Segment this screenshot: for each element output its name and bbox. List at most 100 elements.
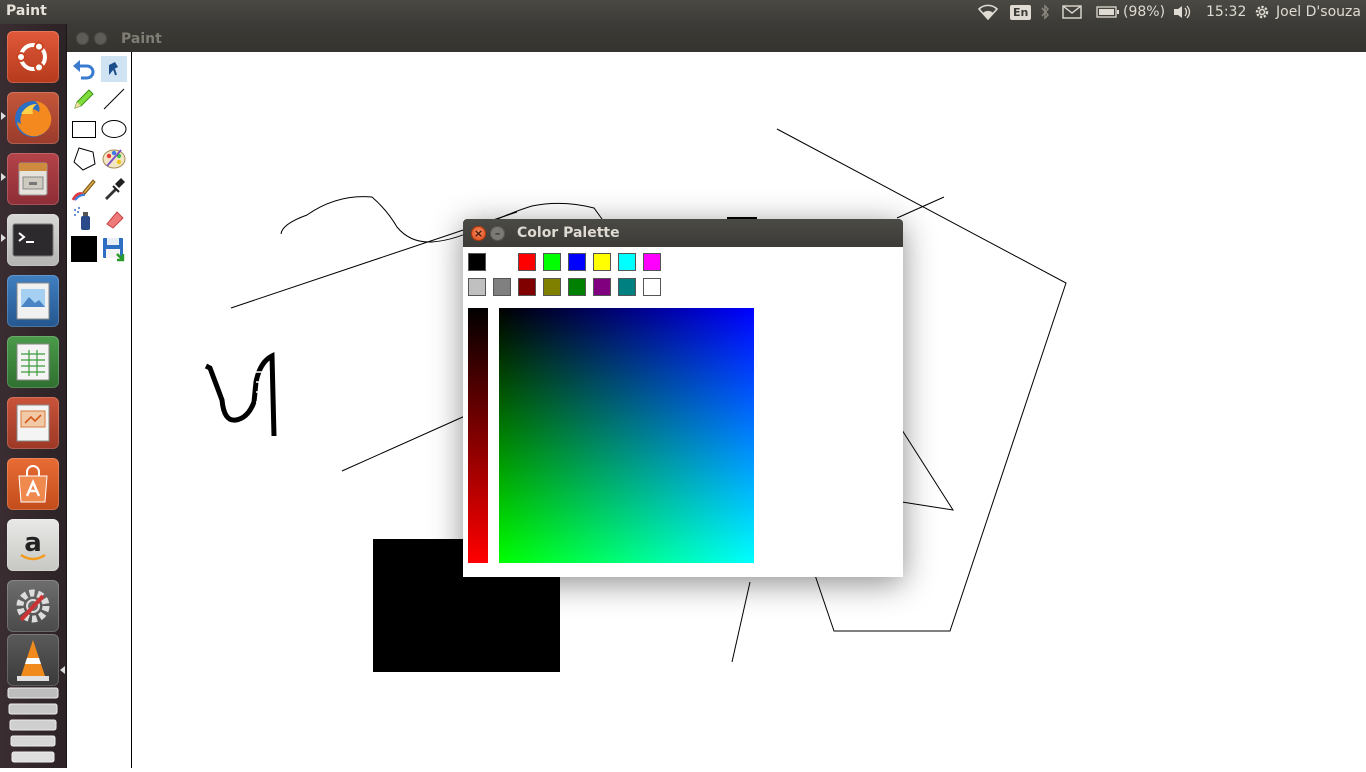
launcher-firefox[interactable] [7, 92, 59, 144]
file-cabinet-icon [18, 162, 48, 196]
launcher-amazon[interactable]: a [7, 519, 59, 571]
paint-window-titlebar[interactable] [67, 24, 1366, 52]
paint-palette-icon [102, 149, 126, 169]
launcher-vlc[interactable] [7, 634, 59, 686]
mail-icon[interactable] [1062, 0, 1082, 24]
pencil-tool[interactable] [71, 86, 97, 112]
launcher-terminal[interactable] [7, 214, 59, 266]
palette-close-button[interactable]: × [471, 226, 486, 241]
red-channel-slider[interactable] [468, 308, 488, 563]
paintbrush-icon [71, 179, 96, 201]
launcher-libreoffice-calc[interactable] [7, 336, 59, 388]
current-color-swatch [71, 236, 97, 262]
undo-tool[interactable] [71, 56, 97, 82]
color-swatch-secondary-5[interactable] [568, 278, 586, 296]
ubuntu-dash-button[interactable] [7, 31, 59, 83]
current-color-button[interactable] [71, 236, 97, 262]
color-swatch-primary-6[interactable] [593, 253, 611, 271]
terminal-icon [12, 223, 54, 257]
minimize-icon: – [494, 227, 501, 240]
launcher-stack[interactable] [6, 684, 60, 768]
color-palette-titlebar[interactable]: × – Color Palette [463, 219, 903, 247]
color-palette-tool[interactable] [101, 146, 127, 172]
rectangle-tool[interactable] [71, 116, 97, 142]
session-menu[interactable]: Joel D'souza [1254, 0, 1361, 24]
color-swatch-primary-8[interactable] [643, 253, 661, 271]
drawn-line-lower-left [341, 415, 466, 472]
keyboard-layout-label: En [1010, 4, 1032, 20]
color-swatch-primary-3[interactable] [518, 253, 536, 271]
spray-tool[interactable] [71, 206, 97, 232]
spray-can-icon [74, 207, 90, 230]
gear-icon [1255, 5, 1269, 19]
polygon-tool[interactable] [71, 146, 97, 172]
volume-icon[interactable] [1173, 0, 1193, 24]
fill-tool[interactable] [101, 56, 127, 82]
launcher-software-center[interactable] [7, 458, 59, 510]
presentation-icon [16, 404, 50, 442]
settings-gear-icon [16, 589, 50, 623]
color-swatch-primary-5[interactable] [568, 253, 586, 271]
line-icon [103, 88, 125, 110]
eraser-icon [106, 211, 124, 229]
running-indicator [1, 234, 6, 242]
color-swatch-secondary-3[interactable] [518, 278, 536, 296]
close-icon: × [473, 227, 484, 240]
color-swatch-secondary-7[interactable] [618, 278, 636, 296]
keyboard-layout-indicator[interactable]: En [1010, 0, 1032, 24]
color-swatch-secondary-1[interactable] [468, 278, 486, 296]
color-swatch-secondary-4[interactable] [543, 278, 561, 296]
launcher-image-viewer[interactable] [7, 275, 59, 327]
brush-tool[interactable] [71, 176, 97, 202]
traffic-cone-icon [17, 640, 49, 681]
battery-percentage: (98%) [1123, 4, 1166, 20]
palette-minimize-button[interactable]: – [490, 226, 505, 241]
eyedropper-icon [105, 178, 125, 200]
shopping-bag-icon [18, 465, 48, 503]
paint-minimize-button[interactable] [94, 32, 107, 45]
active-app-name: Paint [6, 3, 47, 19]
color-swatch-primary-7[interactable] [618, 253, 636, 271]
pencil-icon [74, 89, 94, 109]
color-swatch-primary-4[interactable] [543, 253, 561, 271]
color-swatch-primary-1[interactable] [468, 253, 486, 271]
running-indicator [1, 112, 6, 120]
color-swatch-primary-2[interactable] [493, 253, 511, 271]
clock-time: 15:32 [1206, 4, 1247, 20]
battery-indicator[interactable]: (98%) [1096, 0, 1165, 24]
eyedropper-tool[interactable] [101, 176, 127, 202]
paint-close-button[interactable] [76, 32, 89, 45]
color-swatch-secondary-8[interactable] [643, 278, 661, 296]
polygon-icon [73, 147, 96, 171]
svg-text:a: a [24, 528, 42, 558]
rectangle-icon [72, 121, 96, 138]
paint-window-title: Paint [121, 31, 162, 47]
ellipse-tool[interactable] [101, 116, 127, 142]
clock[interactable]: 15:32 [1206, 0, 1246, 24]
gradient-bottom-layer [499, 308, 754, 563]
save-tool[interactable] [101, 236, 127, 262]
wifi-icon[interactable] [977, 0, 999, 24]
launcher-libreoffice-impress[interactable] [7, 397, 59, 449]
fill-bucket-icon [109, 62, 118, 76]
tool-palette [67, 52, 132, 768]
launcher-files[interactable] [7, 153, 59, 205]
color-swatch-secondary-6[interactable] [593, 278, 611, 296]
undo-icon [73, 60, 95, 80]
eraser-tool[interactable] [101, 206, 127, 232]
color-palette-title: Color Palette [517, 225, 620, 241]
color-swatch-secondary-2[interactable] [493, 278, 511, 296]
green-blue-gradient-picker[interactable] [499, 308, 754, 563]
launcher-system-settings[interactable] [7, 580, 59, 632]
ellipse-icon [101, 120, 127, 138]
bluetooth-icon[interactable] [1040, 0, 1050, 24]
drawn-triangle [901, 429, 955, 511]
line-tool[interactable] [101, 86, 127, 112]
floppy-disk-icon [103, 238, 125, 262]
launcher: a [0, 24, 67, 768]
drawn-line-bottom [731, 581, 751, 663]
ubuntu-logo-icon [16, 41, 47, 73]
spreadsheet-icon [16, 343, 50, 381]
stacked-apps-icon [7, 687, 59, 763]
image-viewer-icon [16, 282, 50, 320]
